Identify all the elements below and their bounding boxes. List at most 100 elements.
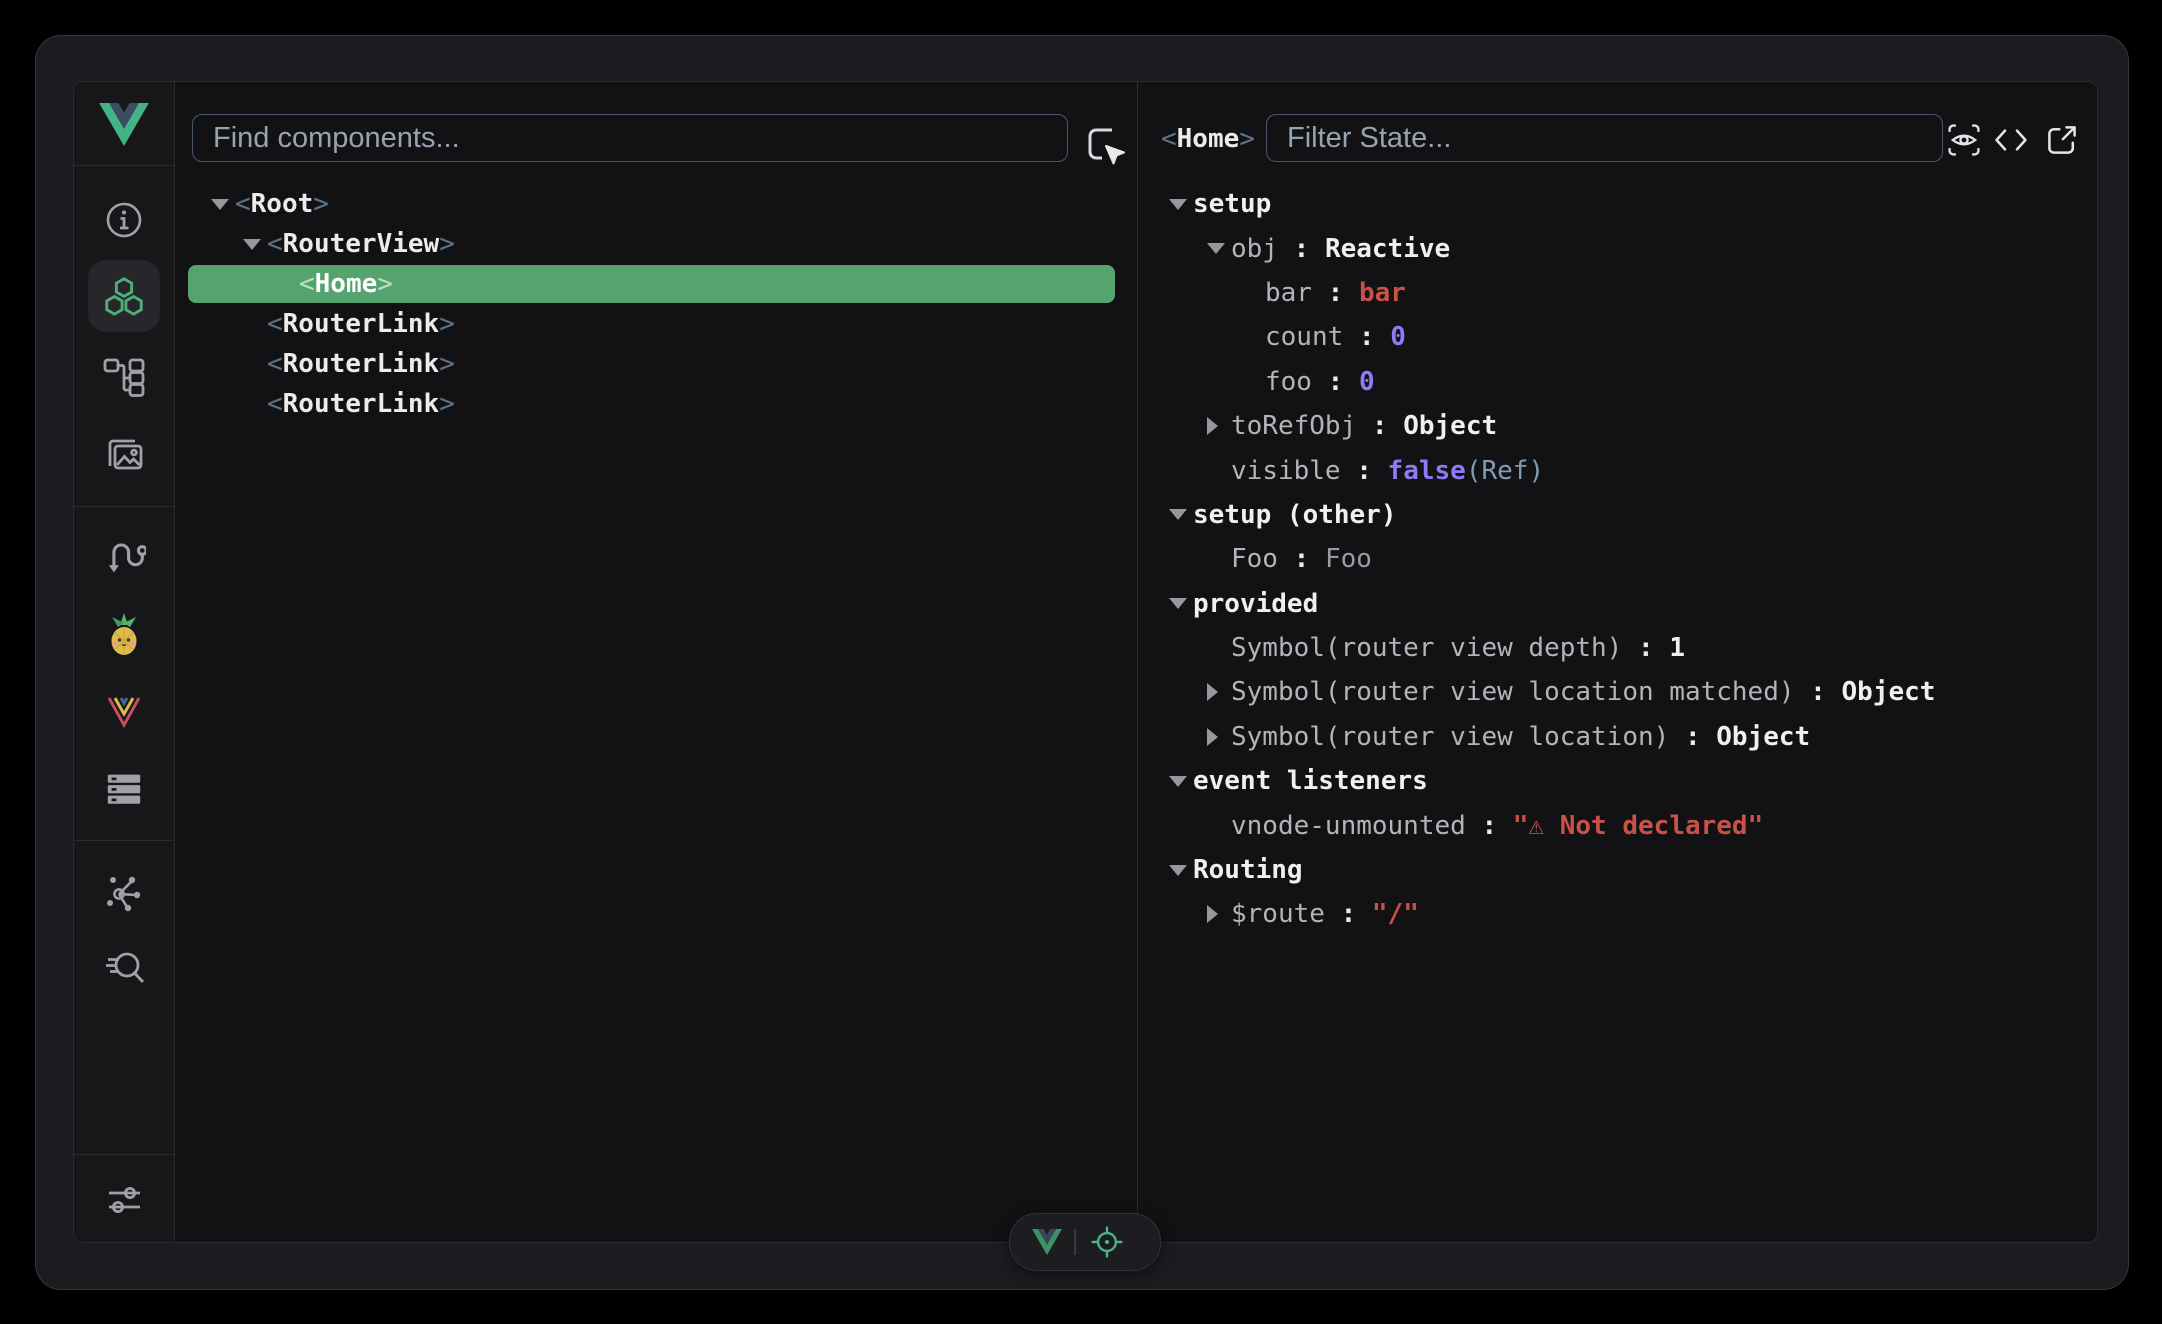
component-tree: <Root><RouterView><Home><RouterLink><Rou…: [174, 184, 1137, 424]
state-section-Routing[interactable]: Routing: [1138, 848, 2098, 892]
external-link-icon[interactable]: [2044, 122, 2080, 162]
bracket-open: <: [267, 309, 283, 339]
prop-value: Object: [1403, 411, 1497, 441]
bracket-close: >: [439, 229, 455, 259]
info-icon[interactable]: [102, 198, 146, 242]
vue-logo: [98, 101, 150, 147]
expander-down-icon[interactable]: [211, 199, 235, 210]
assets-icon[interactable]: [102, 434, 146, 478]
prop-colon: :: [1466, 811, 1513, 841]
tree-row-routerlink[interactable]: <RouterLink>: [174, 304, 1137, 344]
component-tag: RouterView: [283, 229, 440, 259]
state-prop-$route[interactable]: $route : "/": [1138, 892, 2098, 936]
history-list-icon[interactable]: [102, 767, 146, 811]
expander-down-icon[interactable]: [1169, 776, 1193, 787]
target-icon[interactable]: [1090, 1225, 1124, 1259]
section-label: setup (other): [1193, 500, 1397, 530]
prop-colon: :: [1312, 367, 1359, 397]
prop-colon: :: [1341, 456, 1388, 486]
find-components-input[interactable]: [192, 114, 1068, 162]
state-section-event-listeners[interactable]: event listeners: [1138, 759, 2098, 803]
state-prop-vnode-unmounted[interactable]: vnode-unmounted : "⚠ Not declared": [1138, 803, 2098, 847]
prop-colon: :: [1795, 677, 1842, 707]
component-tag: RouterLink: [283, 309, 440, 339]
sidebar-divider: [74, 506, 174, 507]
state-section-setup-other-[interactable]: setup (other): [1138, 493, 2098, 537]
state-prop-Foo[interactable]: Foo : Foo: [1138, 537, 2098, 581]
prop-key: Symbol(router view location): [1231, 722, 1669, 752]
bracket-open: <: [299, 269, 315, 299]
tree-row-routerlink[interactable]: <RouterLink>: [174, 384, 1137, 424]
state-prop-foo[interactable]: foo : 0: [1138, 360, 2098, 404]
expander-right-icon[interactable]: [1207, 905, 1231, 923]
component-name: Home: [1177, 124, 1240, 154]
prop-value: "⚠ Not declared": [1513, 811, 1763, 841]
pinia-icon[interactable]: [102, 612, 146, 656]
eye-scan-icon[interactable]: [1946, 122, 1982, 162]
floating-toolbar: [1009, 1213, 1161, 1271]
bracket-close: >: [1239, 124, 1255, 154]
bracket-close: >: [313, 189, 329, 219]
expander-down-icon[interactable]: [1207, 243, 1231, 254]
expander-down-icon[interactable]: [1169, 199, 1193, 210]
sidebar-divider: [74, 165, 174, 166]
expander-down-icon[interactable]: [243, 239, 267, 250]
state-section-setup[interactable]: setup: [1138, 182, 2098, 226]
expander-right-icon[interactable]: [1207, 728, 1231, 746]
hooks-icon[interactable]: [102, 534, 146, 578]
component-hierarchy-icon[interactable]: [102, 354, 146, 398]
tree-row-routerview[interactable]: <RouterView>: [174, 224, 1137, 264]
prop-key: visible: [1231, 456, 1341, 486]
bracket-close: >: [439, 309, 455, 339]
component-tag: Root: [251, 189, 314, 219]
section-label: provided: [1193, 589, 1318, 619]
graph-icon[interactable]: [102, 870, 146, 914]
prop-colon: :: [1312, 278, 1359, 308]
prop-value: (Ref): [1466, 456, 1544, 486]
state-section-provided[interactable]: provided: [1138, 582, 2098, 626]
state-prop-obj[interactable]: obj : Reactive: [1138, 226, 2098, 270]
prop-value: Object: [1842, 677, 1936, 707]
prop-value: "/": [1372, 899, 1419, 929]
component-tag: Home: [315, 269, 378, 299]
prop-key: Foo: [1231, 544, 1278, 574]
bracket-close: >: [439, 389, 455, 419]
select-component-icon[interactable]: [1084, 124, 1130, 174]
components-icon[interactable]: [102, 274, 146, 318]
state-prop-Symbol-router-view-depth-[interactable]: Symbol(router view depth) : 1: [1138, 626, 2098, 670]
tree-row-routerlink[interactable]: <RouterLink>: [174, 344, 1137, 384]
settings-icon[interactable]: [102, 1178, 146, 1222]
prop-value: 0: [1390, 322, 1406, 352]
state-prop-bar[interactable]: bar : bar: [1138, 271, 2098, 315]
screen: <Root><RouterView><Home><RouterLink><Rou…: [0, 0, 2162, 1324]
expander-right-icon[interactable]: [1207, 683, 1231, 701]
filter-state-input[interactable]: [1266, 114, 1943, 162]
section-label: event listeners: [1193, 766, 1428, 796]
inspect-search-icon[interactable]: [102, 946, 146, 990]
state-prop-Symbol-router-view-location-[interactable]: Symbol(router view location) : Object: [1138, 715, 2098, 759]
state-prop-count[interactable]: count : 0: [1138, 315, 2098, 359]
prop-value: Reactive: [1325, 234, 1450, 264]
sidebar-divider: [74, 1154, 174, 1155]
prop-key: bar: [1265, 278, 1312, 308]
bracket-open: <: [267, 349, 283, 379]
expander-down-icon[interactable]: [1169, 598, 1193, 609]
section-label: setup: [1193, 189, 1271, 219]
code-icon[interactable]: [1994, 124, 2028, 160]
expander-down-icon[interactable]: [1169, 865, 1193, 876]
prop-value: Object: [1716, 722, 1810, 752]
state-prop-Symbol-router-view-location-matched-[interactable]: Symbol(router view location matched) : O…: [1138, 670, 2098, 714]
expander-down-icon[interactable]: [1169, 509, 1193, 520]
vue-devtools-toggle-button[interactable]: [1032, 1229, 1062, 1255]
prop-key: foo: [1265, 367, 1312, 397]
vue-router-icon[interactable]: [102, 690, 146, 734]
state-prop-toRefObj[interactable]: toRefObj : Object: [1138, 404, 2098, 448]
state-prop-visible[interactable]: visible : false(Ref): [1138, 448, 2098, 492]
prop-key: Symbol(router view location matched): [1231, 677, 1795, 707]
tree-row-root[interactable]: <Root>: [174, 184, 1137, 224]
bracket-close: >: [439, 349, 455, 379]
tree-row-home[interactable]: <Home>: [174, 264, 1137, 304]
devtools-content: <Root><RouterView><Home><RouterLink><Rou…: [73, 81, 2098, 1243]
expander-right-icon[interactable]: [1207, 417, 1231, 435]
prop-colon: :: [1622, 633, 1669, 663]
